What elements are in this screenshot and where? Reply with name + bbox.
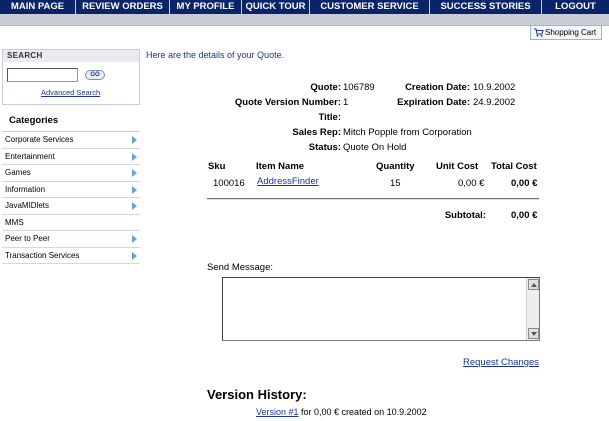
advanced-search-link[interactable]: Advanced Search: [41, 88, 100, 97]
header-band: [0, 14, 609, 26]
message-textarea[interactable]: [222, 277, 540, 341]
nav-quick-tour[interactable]: QUICK TOUR: [242, 0, 310, 14]
title-label: Title:: [318, 112, 341, 123]
category-label: Games: [5, 168, 31, 177]
search-title: SEARCH: [3, 50, 139, 62]
header-sku: Sku: [208, 161, 226, 172]
shopping-cart-button[interactable]: Shopping Cart: [530, 25, 602, 40]
arrow-right-icon: [132, 251, 137, 260]
categories-title: Categories: [9, 115, 59, 126]
expiration-date-value: 24.9.2002: [473, 97, 516, 108]
version-history-title: Version History:: [207, 387, 307, 402]
sales-rep-value: Mitch Popple from Corporation: [343, 127, 472, 138]
category-mms[interactable]: MMS: [2, 215, 140, 231]
header-total-cost: Total Cost: [491, 161, 537, 172]
item-sku: 100016: [213, 178, 245, 189]
arrow-right-icon: [132, 136, 137, 144]
sales-rep-label: Sales Rep:: [292, 127, 341, 138]
table-divider: [207, 198, 539, 200]
version-link[interactable]: Version #1: [256, 407, 299, 417]
arrow-down-icon: [531, 332, 537, 336]
top-navigation: MAIN PAGE REVIEW ORDERS MY PROFILE QUICK…: [0, 0, 609, 14]
category-label: Information: [5, 184, 46, 194]
category-transaction-services[interactable]: Transaction Services: [2, 248, 140, 264]
go-button[interactable]: GO: [85, 70, 105, 80]
category-corporate-services[interactable]: Corporate Services: [2, 132, 140, 149]
creation-date-value: 10.9.2002: [473, 82, 516, 93]
scroll-up-button[interactable]: [528, 279, 539, 290]
nav-main-page[interactable]: MAIN PAGE: [0, 0, 76, 14]
arrow-right-icon: [132, 185, 137, 194]
category-javamidlets[interactable]: JavaMIDlets: [2, 198, 140, 215]
category-games[interactable]: Games: [2, 165, 140, 182]
search-input[interactable]: [7, 68, 78, 82]
nav-customer-service[interactable]: CUSTOMER SERVICE: [310, 0, 430, 14]
category-label: Entertainment: [5, 151, 55, 161]
shopping-cart-icon: [534, 28, 544, 37]
category-label: JavaMIDlets: [5, 201, 50, 210]
category-information[interactable]: Information: [2, 182, 140, 198]
expiration-date-label: Expiration Date:: [397, 97, 470, 108]
category-label: Peer to Peer: [5, 234, 50, 243]
category-label: MMS: [5, 217, 24, 227]
quote-version-value: 1: [343, 97, 349, 108]
message-scrollbar[interactable]: [526, 278, 539, 340]
item-unit-cost: 0,00 €: [458, 178, 485, 189]
quote-intro-text: Here are the details of your Quote.: [146, 50, 285, 60]
category-label: Transaction Services: [5, 250, 80, 260]
send-message-label: Send Message:: [207, 262, 274, 273]
item-total-cost: 0,00 €: [511, 178, 538, 189]
creation-date-label: Creation Date:: [405, 82, 470, 93]
header-item-name: Item Name: [256, 161, 305, 172]
nav-logout[interactable]: LOGOUT: [542, 0, 609, 14]
arrow-right-icon: [132, 235, 137, 243]
version-details: for 0,00 € created on 10.9.2002: [298, 407, 427, 417]
categories-list: Corporate Services Entertainment Games I…: [2, 131, 140, 264]
subtotal-label: Subtotal:: [444, 210, 486, 221]
item-quantity: 15: [390, 178, 401, 189]
arrow-right-icon: [132, 169, 137, 177]
header-quantity: Quantity: [376, 161, 415, 172]
nav-my-profile[interactable]: MY PROFILE: [170, 0, 242, 14]
header-unit-cost: Unit Cost: [436, 161, 479, 172]
scroll-down-button[interactable]: [528, 328, 539, 339]
subtotal-value: 0,00 €: [511, 210, 538, 221]
request-changes-link[interactable]: Request Changes: [463, 357, 539, 368]
item-name-link[interactable]: AddressFinder: [257, 176, 319, 187]
shopping-cart-label: Shopping Cart: [545, 28, 597, 37]
nav-success-stories[interactable]: SUCCESS STORIES: [430, 0, 542, 14]
category-peer-to-peer[interactable]: Peer to Peer: [2, 231, 140, 248]
version-history-entry: Version #1 for 0,00 € created on 10.9.20…: [256, 407, 427, 417]
search-panel: SEARCH GO Advanced Search: [2, 49, 140, 105]
quote-number-value: 106789: [343, 82, 375, 93]
status-label: Status:: [308, 142, 341, 153]
quote-version-label: Quote Version Number:: [234, 97, 341, 108]
category-label: Corporate Services: [5, 135, 74, 144]
quote-number-label: Quote:: [310, 82, 341, 93]
category-entertainment[interactable]: Entertainment: [2, 149, 140, 165]
status-value: Quote On Hold: [343, 142, 407, 153]
arrow-right-icon: [132, 152, 137, 161]
arrow-up-icon: [531, 283, 537, 287]
nav-review-orders[interactable]: REVIEW ORDERS: [76, 0, 170, 14]
arrow-right-icon: [132, 202, 137, 210]
